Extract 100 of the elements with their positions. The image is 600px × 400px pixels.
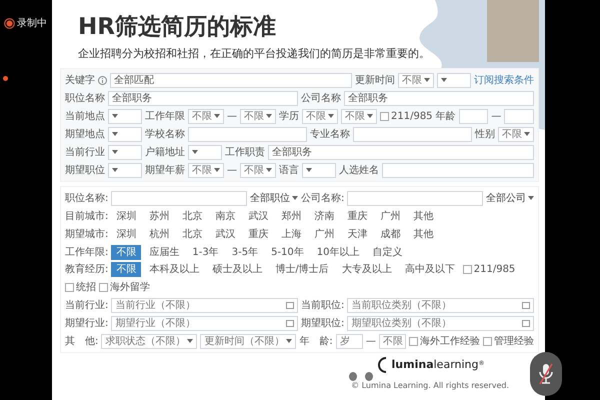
- filter-option[interactable]: 硕士及以上: [207, 262, 268, 278]
- filter-option[interactable]: 1-3年: [187, 244, 224, 260]
- filter-option[interactable]: 武汉: [210, 226, 240, 242]
- filter-option[interactable]: 其他: [408, 226, 438, 242]
- filter-option[interactable]: 高中及以下: [400, 262, 460, 278]
- filter-option[interactable]: 成都: [375, 226, 406, 242]
- dropdown[interactable]: 全部公司: [486, 190, 534, 206]
- filter-option[interactable]: 深圳: [111, 208, 142, 224]
- filter-option[interactable]: 济南: [309, 208, 340, 224]
- field-value: 当前行业（不限）: [115, 298, 196, 313]
- filter-option[interactable]: 不限: [111, 262, 142, 278]
- dropdown[interactable]: [437, 72, 471, 88]
- field-label: 更新时间: [355, 74, 395, 88]
- checkbox-label: 211/985: [391, 110, 433, 124]
- input-field[interactable]: [382, 162, 534, 178]
- filter-option[interactable]: 武汉: [243, 208, 274, 224]
- dropdown[interactable]: 不限: [188, 162, 224, 178]
- filter-option[interactable]: 北京: [177, 226, 208, 242]
- field-label: 语言: [279, 164, 299, 178]
- field-label: 工作年限:: [65, 246, 108, 260]
- dropdown[interactable]: 全部职位: [250, 190, 298, 206]
- field-label: 年 龄:: [299, 334, 333, 349]
- filter-option[interactable]: 深圳: [111, 226, 142, 242]
- dropdown[interactable]: 不限: [188, 108, 224, 124]
- filter-option[interactable]: 重庆: [243, 226, 274, 242]
- dropdown[interactable]: 不限: [398, 72, 434, 88]
- caret-icon: [424, 78, 430, 82]
- checkbox[interactable]: [99, 283, 108, 292]
- input-field[interactable]: [188, 126, 307, 142]
- filter-option[interactable]: 博士/博士后: [270, 262, 334, 278]
- dropdown[interactable]: [108, 126, 142, 142]
- filter-option[interactable]: 自定义: [368, 244, 408, 260]
- dropdown[interactable]: 不限: [240, 108, 276, 124]
- input-field[interactable]: 当前职位类别（不限）: [347, 298, 534, 313]
- filter-option[interactable]: 10年以上: [312, 244, 364, 260]
- input-field[interactable]: 全部职务: [268, 144, 534, 160]
- filter-option[interactable]: 上海: [276, 226, 306, 242]
- filter-option[interactable]: 北京: [177, 208, 208, 224]
- match-mode: 全部职务: [112, 92, 152, 106]
- pager-dot[interactable]: [349, 372, 357, 381]
- filter-option[interactable]: 天津: [342, 226, 372, 242]
- filter-option[interactable]: 3-5年: [226, 244, 264, 260]
- input-field[interactable]: [458, 108, 488, 124]
- input-field[interactable]: 不限: [378, 334, 406, 349]
- dropdown[interactable]: 求职状态（不限）: [101, 334, 198, 349]
- filter-option[interactable]: 广州: [375, 208, 406, 224]
- dropdown[interactable]: 更新时间（不限）: [200, 334, 296, 349]
- match-mode: 全部职务: [272, 146, 312, 160]
- input-field[interactable]: [111, 190, 247, 206]
- dropdown[interactable]: 不限: [240, 162, 276, 178]
- mute-button[interactable]: [530, 352, 562, 396]
- filter-option[interactable]: 大专及以上: [336, 262, 397, 278]
- input-field[interactable]: 期望行业（不限）: [111, 316, 298, 331]
- dropdown[interactable]: [108, 162, 142, 178]
- input-field[interactable]: [353, 126, 472, 142]
- caret-icon: [306, 168, 312, 172]
- filter-option[interactable]: 本科及以上: [144, 262, 204, 278]
- checkbox[interactable]: [409, 336, 418, 346]
- input-field[interactable]: [347, 190, 483, 206]
- input-field[interactable]: [504, 108, 534, 124]
- filter-option[interactable]: 杭州: [144, 226, 174, 242]
- field-label: 目前城市:: [65, 210, 108, 224]
- filter-option[interactable]: 其他: [408, 208, 438, 224]
- caret-icon: [214, 168, 220, 172]
- filter-option[interactable]: 应届生: [144, 244, 184, 260]
- dropdown[interactable]: 不限: [498, 126, 534, 142]
- caret-icon: [112, 168, 118, 172]
- checkbox-label: 海外留学: [110, 281, 150, 296]
- dropdown[interactable]: [108, 108, 142, 124]
- dropdown[interactable]: [188, 144, 222, 160]
- filter-option[interactable]: 南京: [210, 208, 240, 224]
- input-field[interactable]: 当前行业（不限）: [111, 298, 298, 313]
- checkbox[interactable]: [483, 336, 492, 346]
- filter-option[interactable]: 5-10年: [266, 244, 309, 260]
- checkbox[interactable]: [380, 112, 389, 121]
- dropdown[interactable]: [108, 144, 142, 160]
- dropdown[interactable]: [302, 162, 336, 178]
- field-label: 当前行业: [65, 146, 105, 160]
- input-field[interactable]: 全部匹配: [110, 72, 352, 88]
- field-label: 人选姓名: [339, 164, 379, 178]
- dropdown[interactable]: 不限: [302, 108, 338, 124]
- calendar-icon: [522, 319, 530, 328]
- input-field[interactable]: 岁: [336, 334, 363, 349]
- filter-option[interactable]: 郑州: [276, 208, 306, 224]
- filter-option[interactable]: 不限: [111, 244, 142, 260]
- checkbox[interactable]: [462, 265, 472, 274]
- field-value: 不限: [244, 110, 264, 124]
- filter-option[interactable]: 广州: [309, 226, 340, 242]
- checkbox[interactable]: [65, 283, 74, 292]
- field-label: 专业名称: [310, 128, 350, 142]
- pager-dot[interactable]: [365, 372, 373, 381]
- subscribe-link[interactable]: 订阅搜索条件: [474, 72, 534, 88]
- filter-option[interactable]: 重庆: [342, 208, 372, 224]
- caret-icon: [187, 339, 194, 344]
- filter-option[interactable]: 苏州: [144, 208, 174, 224]
- input-field[interactable]: 全部职务: [108, 90, 298, 106]
- dropdown[interactable]: 不限: [341, 108, 377, 124]
- input-field[interactable]: 全部职务: [344, 90, 534, 106]
- input-field[interactable]: 期望职位类别（不限）: [347, 316, 534, 331]
- slide-subtitle: 企业招聘分为校招和社招，在正确的平台投递我们的简历是非常重要的。: [78, 46, 431, 62]
